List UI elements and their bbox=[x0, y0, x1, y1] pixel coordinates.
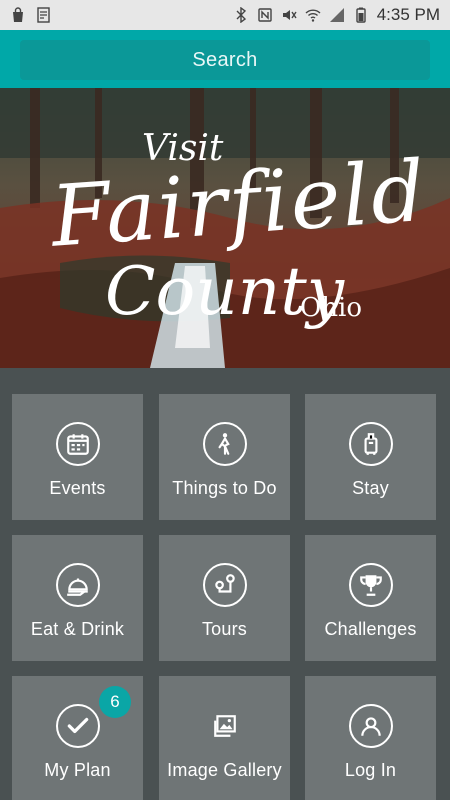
tile-label: Stay bbox=[352, 478, 389, 498]
tile-label: Eat & Drink bbox=[30, 619, 125, 639]
checkmark-icon bbox=[55, 704, 100, 748]
signal-icon bbox=[329, 7, 345, 23]
tile-image-gallery[interactable]: Image Gallery bbox=[159, 676, 290, 800]
tile-label: Log In bbox=[344, 760, 397, 780]
mute-icon bbox=[281, 7, 297, 23]
user-icon bbox=[348, 704, 393, 748]
status-bar: 4:35 PM bbox=[0, 0, 450, 30]
map-route-icon bbox=[202, 563, 247, 607]
hero-title: Visit Fairfield County Ohio bbox=[0, 88, 450, 368]
search-bar: Search bbox=[0, 30, 450, 88]
tile-events[interactable]: Events bbox=[12, 394, 143, 520]
tile-label: Events bbox=[49, 478, 106, 498]
bluetooth-icon bbox=[233, 7, 249, 23]
calendar-icon bbox=[55, 422, 100, 466]
luggage-icon bbox=[348, 422, 393, 466]
plan-count-badge: 6 bbox=[99, 686, 131, 718]
tile-stay[interactable]: Stay bbox=[305, 394, 436, 520]
tile-label: Tours bbox=[201, 619, 247, 639]
receipt-icon bbox=[36, 7, 52, 23]
walking-person-icon bbox=[202, 422, 247, 466]
dining-cloche-icon bbox=[55, 563, 100, 607]
shopping-bag-icon bbox=[10, 7, 26, 23]
tile-label: My Plan bbox=[44, 760, 111, 780]
hero-banner: Visit Fairfield County Ohio bbox=[0, 88, 450, 368]
tile-label: Things to Do bbox=[172, 478, 277, 498]
search-button[interactable]: Search bbox=[20, 40, 430, 80]
hero-title-fairfield: Fairfield bbox=[48, 141, 430, 266]
battery-icon bbox=[353, 7, 369, 23]
nfc-icon bbox=[257, 7, 273, 23]
tile-things-to-do[interactable]: Things to Do bbox=[159, 394, 290, 520]
menu-grid: Events Things to Do Stay Eat & Drink Tou… bbox=[0, 368, 450, 800]
status-time: 4:35 PM bbox=[376, 5, 440, 24]
tile-eat-drink[interactable]: Eat & Drink bbox=[12, 535, 143, 661]
hero-title-ohio: Ohio bbox=[300, 293, 363, 323]
tile-label: Image Gallery bbox=[167, 760, 282, 780]
tile-my-plan[interactable]: My Plan 6 bbox=[12, 676, 143, 800]
tile-log-in[interactable]: Log In bbox=[305, 676, 436, 800]
tile-challenges[interactable]: Challenges bbox=[305, 535, 436, 661]
tile-tours[interactable]: Tours bbox=[159, 535, 290, 661]
wifi-icon bbox=[305, 7, 321, 23]
trophy-icon bbox=[348, 563, 393, 607]
tile-label: Challenges bbox=[324, 619, 417, 639]
image-gallery-icon bbox=[203, 704, 247, 748]
